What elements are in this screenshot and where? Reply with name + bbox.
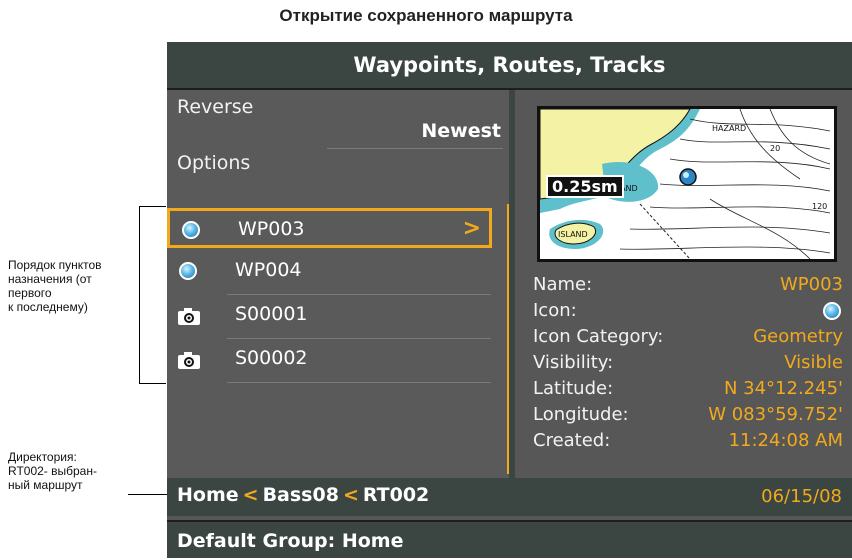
screen-title: Waypoints, Routes, Tracks <box>167 42 852 90</box>
order-annotation: Порядок пунктов назначения (от первого к… <box>8 258 138 314</box>
created-date: 06/15/08 <box>761 486 842 507</box>
directory-leader-line <box>128 494 168 495</box>
options-menu-item[interactable]: Options <box>177 152 250 174</box>
waypoint-icon <box>823 302 841 320</box>
waypoint-icon <box>182 221 200 239</box>
map-label-island-2: ISLAND <box>558 230 588 239</box>
name-value: WP003 <box>779 274 843 295</box>
map-label-depth: 20 <box>770 144 780 153</box>
list-item-s00002[interactable]: S00002 <box>167 340 492 380</box>
detail-latitude: Latitude: N 34°12.245' <box>533 378 843 402</box>
list-pane: Reverse Newest Options WP003 > WP004 S00… <box>167 90 509 478</box>
row-divider <box>227 294 491 295</box>
directory-annotation-line-1: Директория: <box>8 450 77 464</box>
breadcrumb-route[interactable]: RT002 <box>363 484 429 506</box>
default-group-bar: Default Group: Home <box>167 520 852 558</box>
details-pane: HAZARD 20 ISLAND ISLAND 120 0.25sm Name:… <box>515 90 852 478</box>
device-screen: Waypoints, Routes, Tracks Reverse Newest… <box>167 42 852 558</box>
map-label-hazard: HAZARD <box>712 124 746 133</box>
list-item-name: S00002 <box>235 347 308 369</box>
directory-annotation-line-3: ный маршрут <box>8 478 83 492</box>
breadcrumb: Home < Bass08 < RT002 <box>177 484 429 506</box>
latitude-value: N 34°12.245' <box>723 378 843 399</box>
category-label: Icon Category: <box>533 326 664 347</box>
order-bracket <box>139 206 166 384</box>
directory-annotation-line-2: RT002- выбран- <box>8 464 97 478</box>
created-label: Created: <box>533 430 611 451</box>
breadcrumb-folder[interactable]: Bass08 <box>263 484 339 506</box>
longitude-label: Longitude: <box>533 404 629 425</box>
waypoint-icon <box>179 262 197 280</box>
row-divider <box>227 382 491 383</box>
reverse-menu-item[interactable]: Reverse <box>177 96 253 118</box>
detail-longitude: Longitude: W 083°59.752' <box>533 404 843 428</box>
category-value: Geometry <box>753 326 843 347</box>
camera-icon <box>178 308 200 325</box>
detail-name: Name: WP003 <box>533 274 843 298</box>
icon-label: Icon: <box>533 300 577 321</box>
directory-path-bar: Home < Bass08 < RT002 06/15/08 <box>167 478 852 516</box>
longitude-value: W 083°59.752' <box>708 404 843 425</box>
chart-preview-map: HAZARD 20 ISLAND ISLAND 120 0.25sm <box>537 106 837 262</box>
menu-divider <box>327 148 503 149</box>
chevron-right-icon: > <box>462 216 481 241</box>
name-label: Name: <box>533 274 593 295</box>
visibility-value: Visible <box>784 352 843 373</box>
order-annotation-line-3: первого <box>8 286 52 300</box>
breadcrumb-home[interactable]: Home <box>177 484 239 506</box>
detail-created: Created: 11:24:08 AM <box>533 430 843 454</box>
detail-category: Icon Category: Geometry <box>533 326 843 350</box>
map-label-depth-2: 120 <box>812 202 827 211</box>
order-annotation-line-2: назначения (от <box>8 272 92 286</box>
list-item-name: WP004 <box>235 259 302 281</box>
chevron-left-icon: < <box>242 484 259 506</box>
chevron-left-icon: < <box>342 484 359 506</box>
latitude-label: Latitude: <box>533 378 614 399</box>
list-item-name: S00001 <box>235 303 308 325</box>
order-annotation-line-4: к последнему) <box>8 300 88 314</box>
visibility-label: Visibility: <box>533 352 614 373</box>
created-time: 11:24:08 AM <box>728 430 843 451</box>
row-divider <box>227 338 491 339</box>
figure-title: Открытие сохраненного маршрута <box>279 6 573 25</box>
reverse-sort-value[interactable]: Newest <box>421 120 501 142</box>
order-annotation-line-1: Порядок пунктов <box>8 258 102 272</box>
list-item-s00001[interactable]: S00001 <box>167 296 492 336</box>
map-scale: 0.25sm <box>546 175 624 198</box>
list-item-wp003[interactable]: WP003 > <box>167 208 492 248</box>
directory-annotation: Директория: RT002- выбран- ный маршрут <box>8 450 138 492</box>
list-item-wp004[interactable]: WP004 <box>167 252 492 292</box>
detail-icon: Icon: <box>533 300 843 324</box>
camera-icon <box>178 352 200 369</box>
list-item-name: WP003 <box>238 218 305 240</box>
detail-visibility: Visibility: Visible <box>533 352 843 376</box>
